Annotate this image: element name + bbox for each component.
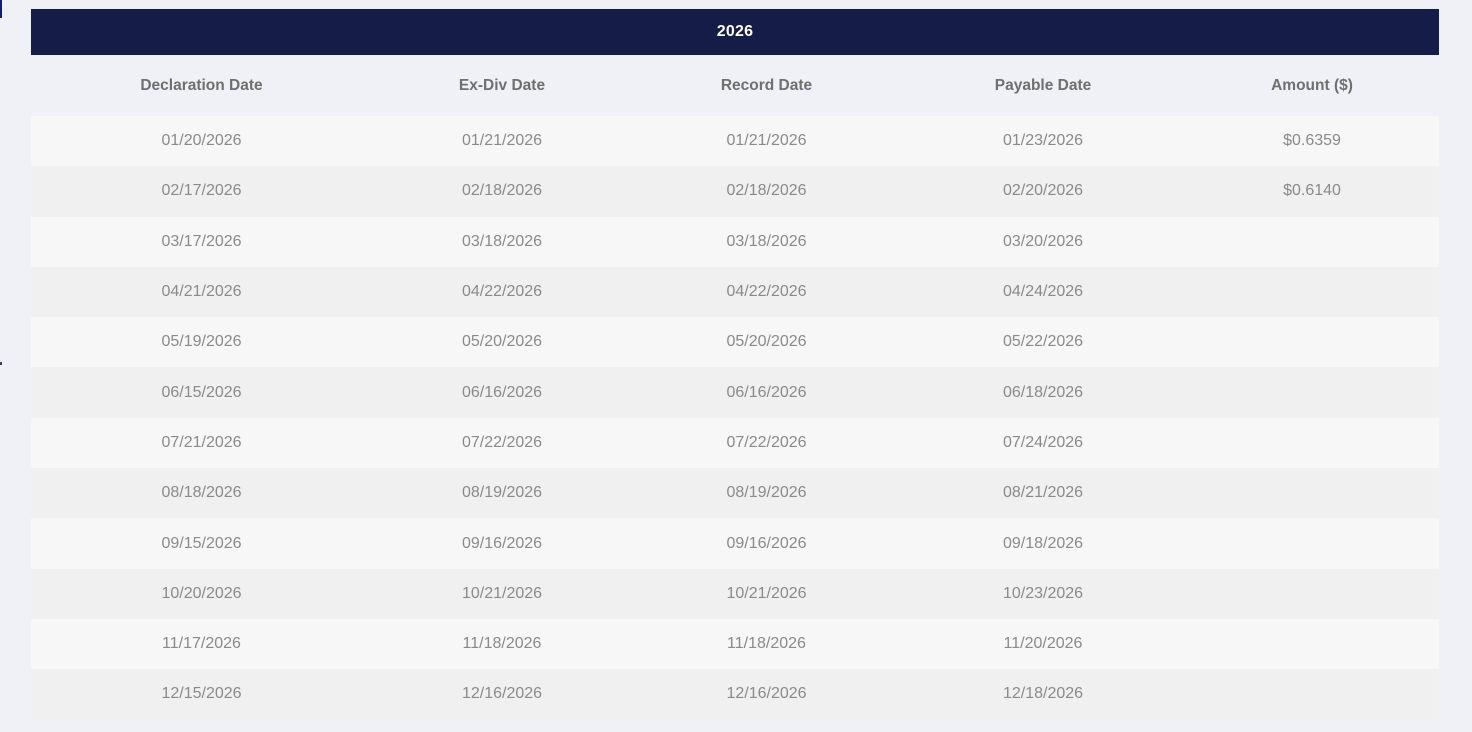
record-date-cell: 05/20/2026 (726, 333, 807, 351)
payable-date-cell: 04/24/2026 (1002, 283, 1084, 301)
amount-cell (1185, 267, 1439, 317)
ex-div-date-cell: 05/20/2026 (461, 333, 543, 351)
table-row: 10/20/2026 10/21/2026 10/21/2026 10/23/2026 (31, 568, 1439, 619)
record-date-cell: 08/19/2026 (726, 484, 807, 502)
payable-date-cell: 06/18/2026 (1002, 383, 1084, 401)
declaration-date-cell: 12/15/2026 (161, 685, 242, 703)
payable-date-cell: 08/21/2026 (1002, 484, 1084, 502)
payable-date-cell: 10/23/2026 (1002, 584, 1084, 602)
record-date-cell: 02/18/2026 (726, 182, 807, 200)
amount-cell (1185, 317, 1439, 367)
ex-div-date-cell: 09/16/2026 (461, 534, 543, 552)
record-date-cell: 07/22/2026 (726, 433, 807, 451)
amount-cell: $0.6140 (1283, 182, 1341, 200)
ex-div-date-cell: 07/22/2026 (461, 433, 543, 451)
amount-cell: $0.6359 (1283, 132, 1341, 150)
table-row: 11/17/2026 11/18/2026 11/18/2026 11/20/2026 (31, 618, 1439, 670)
amount-cell (1185, 669, 1439, 719)
table-row: 05/19/2026 05/20/2026 05/20/2026 05/22/2026 (31, 317, 1439, 368)
dividend-table: 2026 Declaration Date Ex-Div Date Record… (31, 9, 1439, 720)
record-date-cell: 06/16/2026 (726, 383, 807, 401)
declaration-date-cell: 09/15/2026 (161, 534, 242, 552)
record-date-cell: 03/18/2026 (726, 232, 807, 250)
record-date-cell: 01/21/2026 (726, 132, 807, 150)
ex-div-date-cell: 04/22/2026 (461, 283, 543, 301)
column-header-ex-div-date: Ex-Div Date (458, 76, 546, 94)
column-header-amount: Amount ($) (1271, 76, 1353, 94)
record-date-cell: 04/22/2026 (726, 283, 807, 301)
ex-div-date-cell: 10/21/2026 (461, 584, 543, 602)
ex-div-date-cell: 11/18/2026 (462, 635, 542, 653)
ex-div-date-cell: 02/18/2026 (461, 182, 543, 200)
declaration-date-cell: 04/21/2026 (161, 283, 242, 301)
declaration-date-cell: 01/20/2026 (161, 132, 242, 150)
declaration-date-cell: 02/17/2026 (161, 182, 242, 200)
declaration-date-cell: 03/17/2026 (161, 232, 242, 250)
table-row: 01/20/2026 01/21/2026 01/21/2026 01/23/2026… (31, 116, 1439, 167)
left-edge-marker (0, 362, 2, 365)
amount-cell (1185, 518, 1439, 568)
declaration-date-cell: 07/21/2026 (161, 433, 242, 451)
table-row: 02/17/2026 02/18/2026 02/18/2026 02/20/2026… (31, 166, 1439, 217)
table-row: 08/18/2026 08/19/2026 08/19/2026 08/21/2026 (31, 468, 1439, 519)
declaration-date-cell: 11/17/2026 (162, 635, 241, 653)
column-header-row: Declaration Date Ex-Div Date Record Date… (31, 55, 1439, 116)
payable-date-cell: 05/22/2026 (1002, 333, 1084, 351)
payable-date-cell: 02/20/2026 (1002, 182, 1084, 200)
amount-cell (1185, 569, 1439, 619)
record-date-cell: 12/16/2026 (726, 685, 807, 703)
table-row: 06/15/2026 06/16/2026 06/16/2026 06/18/2026 (31, 367, 1439, 418)
table-row: 12/15/2026 12/16/2026 12/16/2026 12/18/2026 (31, 669, 1439, 720)
column-header-record-date: Record Date (720, 76, 813, 94)
amount-cell (1185, 468, 1439, 518)
table-row: 07/21/2026 07/22/2026 07/22/2026 07/24/2026 (31, 417, 1439, 469)
ex-div-date-cell: 06/16/2026 (461, 383, 543, 401)
column-header-payable-date: Payable Date (994, 76, 1092, 94)
ex-div-date-cell: 12/16/2026 (461, 685, 543, 703)
payable-date-cell: 11/20/2026 (1003, 635, 1083, 653)
page: 2026 Declaration Date Ex-Div Date Record… (0, 0, 1472, 732)
record-date-cell: 09/16/2026 (726, 534, 807, 552)
amount-cell (1185, 217, 1439, 267)
amount-cell (1185, 619, 1439, 669)
table-body: 01/20/2026 01/21/2026 01/21/2026 01/23/2026… (31, 116, 1439, 720)
declaration-date-cell: 08/18/2026 (161, 484, 242, 502)
payable-date-cell: 07/24/2026 (1002, 433, 1084, 451)
column-header-declaration-date: Declaration Date (140, 76, 263, 94)
record-date-cell: 11/18/2026 (727, 635, 806, 653)
table-row: 09/15/2026 09/16/2026 09/16/2026 09/18/2026 (31, 518, 1439, 569)
payable-date-cell: 01/23/2026 (1002, 132, 1084, 150)
table-row: 03/17/2026 03/18/2026 03/18/2026 03/20/2026 (31, 216, 1439, 267)
ex-div-date-cell: 03/18/2026 (461, 232, 543, 250)
amount-cell (1185, 418, 1439, 468)
left-edge-accent (0, 0, 2, 18)
payable-date-cell: 12/18/2026 (1002, 685, 1084, 703)
amount-cell (1185, 367, 1439, 417)
record-date-cell: 10/21/2026 (726, 584, 807, 602)
year-header: 2026 (31, 9, 1439, 55)
payable-date-cell: 03/20/2026 (1002, 232, 1084, 250)
table-row: 04/21/2026 04/22/2026 04/22/2026 04/24/2026 (31, 266, 1439, 318)
declaration-date-cell: 10/20/2026 (161, 584, 242, 602)
payable-date-cell: 09/18/2026 (1002, 534, 1084, 552)
declaration-date-cell: 06/15/2026 (161, 383, 242, 401)
ex-div-date-cell: 08/19/2026 (461, 484, 543, 502)
ex-div-date-cell: 01/21/2026 (461, 132, 543, 150)
declaration-date-cell: 05/19/2026 (161, 333, 242, 351)
